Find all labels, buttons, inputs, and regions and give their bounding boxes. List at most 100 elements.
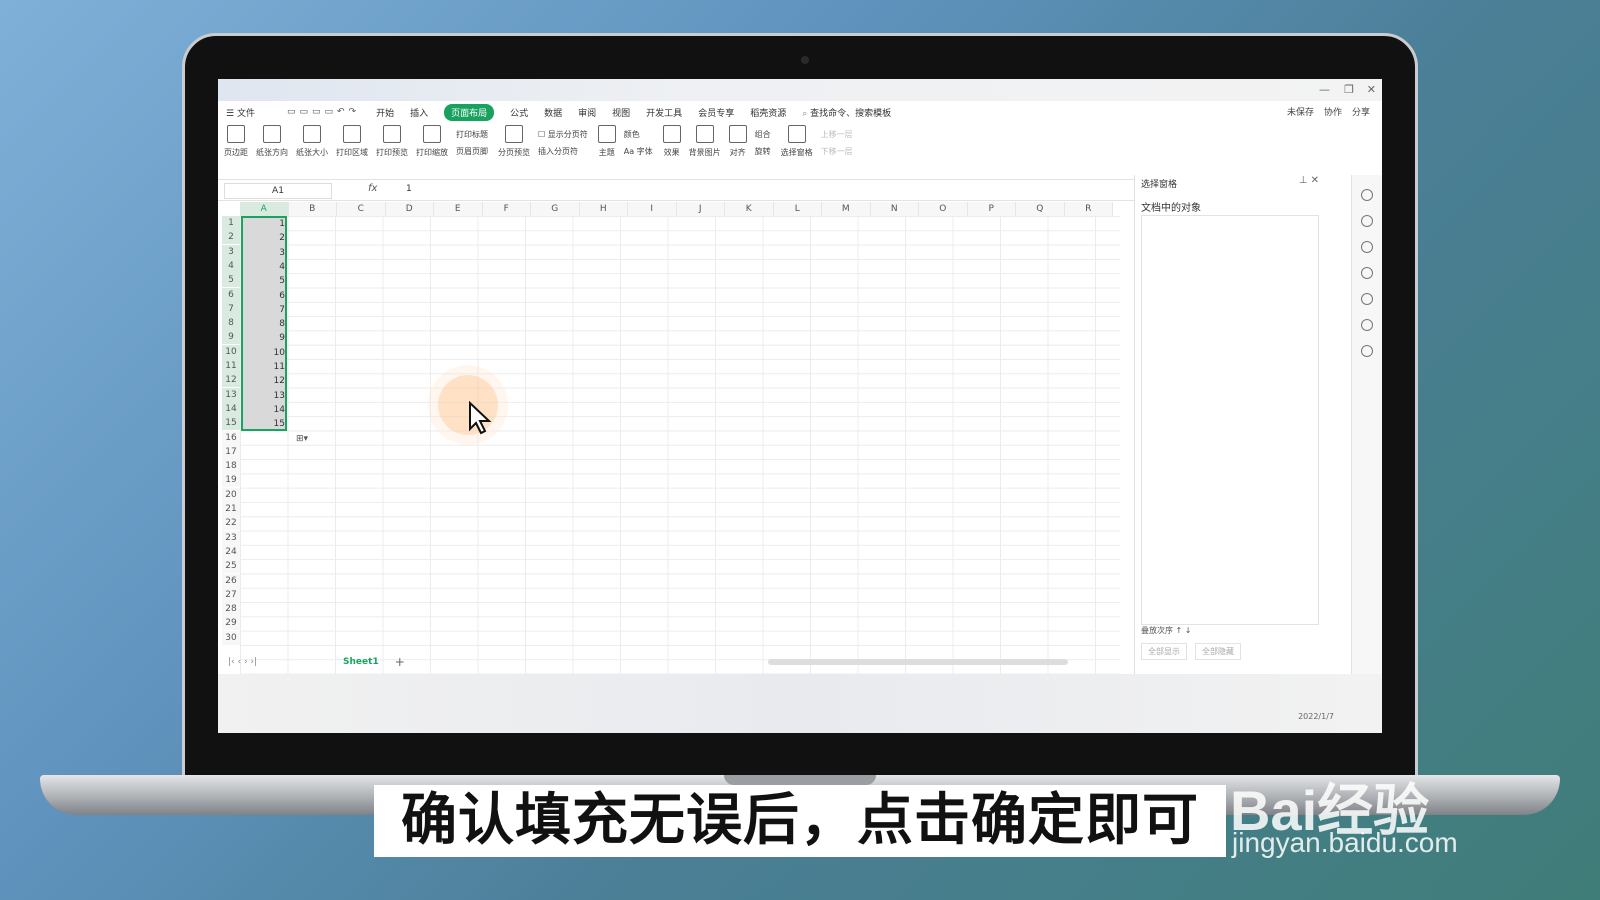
menu-formula[interactable]: 公式 (510, 106, 528, 119)
collaborate-button[interactable]: 协作 (1324, 105, 1342, 118)
menu-review[interactable]: 审阅 (578, 106, 596, 119)
col-header[interactable]: O (919, 202, 968, 216)
select-pointer-icon[interactable] (1361, 215, 1373, 227)
effects-button[interactable]: 效果 (662, 125, 681, 158)
row-header[interactable]: 25 (222, 559, 240, 574)
row-header[interactable]: 21 (222, 502, 240, 516)
menu-page-layout[interactable]: 页面布局 (444, 103, 495, 121)
restore-icon[interactable]: ❐ (1344, 83, 1354, 96)
formula-input[interactable]: 1 (406, 184, 412, 194)
rotate-button[interactable]: 旋转 (755, 146, 771, 157)
selection-pane-button[interactable]: 选择窗格 (781, 125, 813, 158)
sheet-tab[interactable]: Sheet1 (343, 657, 379, 667)
menu-data[interactable]: 数据 (544, 106, 562, 119)
row-header[interactable]: 8 (222, 316, 240, 331)
pane-close-icon[interactable]: ⊥ ✕ (1299, 175, 1319, 186)
col-header[interactable]: Q (1016, 202, 1065, 216)
row-header[interactable]: 11 (222, 359, 240, 373)
cell-value[interactable]: 5 (241, 274, 285, 288)
print-scale-button[interactable]: 打印缩放 (416, 125, 448, 158)
search-command[interactable]: ⌕ 查找命令、搜索模板 (802, 106, 907, 119)
row-header[interactable]: 26 (222, 573, 240, 588)
row-header[interactable]: 3 (222, 244, 240, 259)
col-header[interactable]: D (385, 202, 434, 216)
row-header[interactable]: 18 (222, 459, 240, 474)
cell-value[interactable]: 14 (241, 403, 285, 417)
orientation-button[interactable]: 纸张方向 (256, 125, 288, 158)
paper-size-button[interactable]: 纸张大小 (296, 125, 328, 158)
row-header[interactable]: 29 (222, 616, 240, 631)
sidebar-tool-icon[interactable] (1361, 319, 1373, 331)
menu-insert[interactable]: 插入 (410, 106, 428, 119)
col-header[interactable]: N (870, 202, 919, 216)
row-header[interactable]: 17 (222, 444, 240, 459)
show-all-button[interactable]: 全部显示 (1141, 643, 1187, 660)
name-box[interactable]: A1 (224, 183, 332, 199)
cell-value[interactable]: 11 (241, 360, 285, 374)
cell-value[interactable]: 9 (241, 331, 285, 345)
cell-value[interactable]: 1 (241, 217, 285, 231)
cell-value[interactable]: 8 (241, 317, 285, 331)
menu-home[interactable]: 开始 (376, 106, 394, 119)
cell-value[interactable]: 7 (241, 303, 285, 317)
sidebar-tool-icon[interactable] (1361, 345, 1373, 357)
cell-value[interactable]: 3 (241, 246, 285, 260)
show-page-break-checkbox[interactable]: ☐ 显示分页符 (538, 129, 588, 140)
menu-resources[interactable]: 稻壳资源 (750, 106, 786, 119)
sidebar-tool-icon[interactable] (1361, 189, 1373, 201)
share-button[interactable]: 分享 (1352, 105, 1370, 118)
print-preview-button[interactable]: 打印预览 (376, 125, 408, 158)
row-header[interactable]: 19 (222, 473, 240, 488)
row-header[interactable]: 30 (222, 630, 240, 645)
align-button[interactable]: 对齐 (728, 125, 747, 158)
row-header[interactable]: 14 (222, 401, 240, 416)
col-header[interactable]: K (725, 202, 774, 216)
col-header[interactable]: P (967, 202, 1016, 216)
insert-page-break-button[interactable]: 插入分页符 (538, 146, 588, 157)
header-footer-button[interactable]: 页眉页脚 (456, 146, 488, 157)
col-header[interactable]: F (482, 202, 531, 216)
sidebar-tool-icon[interactable] (1361, 241, 1373, 253)
add-sheet-icon[interactable]: + (395, 655, 405, 669)
col-header[interactable]: H (579, 202, 628, 216)
col-header[interactable]: C (337, 202, 386, 216)
row-header[interactable]: 12 (222, 373, 240, 388)
group-button[interactable]: 组合 (755, 129, 771, 140)
cell-value[interactable]: 15 (241, 417, 285, 431)
row-header[interactable]: 10 (222, 344, 240, 359)
row-header[interactable]: 28 (222, 602, 240, 617)
print-title-button[interactable]: 打印标题 (456, 129, 488, 140)
sidebar-tool-icon[interactable] (1361, 267, 1373, 279)
pane-title[interactable]: 选择窗格 (1141, 177, 1177, 190)
row-header[interactable]: 13 (222, 387, 240, 402)
col-header[interactable]: G (531, 202, 580, 216)
horizontal-scrollbar[interactable] (768, 659, 1068, 665)
row-header[interactable]: 16 (222, 430, 240, 445)
minimize-icon[interactable]: — (1319, 83, 1330, 96)
row-header[interactable]: 5 (222, 273, 240, 288)
col-header[interactable]: L (773, 202, 822, 216)
col-header[interactable]: B (288, 202, 337, 216)
row-header[interactable]: 22 (222, 516, 240, 531)
col-header[interactable]: R (1064, 202, 1113, 216)
fill-options-icon[interactable]: ⊞▾ (296, 434, 308, 444)
cell-value[interactable]: 6 (241, 289, 285, 303)
row-header[interactable]: 2 (222, 230, 240, 245)
menu-view[interactable]: 视图 (612, 106, 630, 119)
fonts-button[interactable]: Aa 字体 (624, 146, 653, 157)
row-header[interactable]: 6 (222, 287, 240, 302)
help-icon[interactable] (1361, 293, 1373, 305)
col-header[interactable]: M (822, 202, 871, 216)
unsaved-button[interactable]: 未保存 (1287, 105, 1314, 118)
tab-nav-arrows[interactable]: |‹ ‹ › ›| (228, 657, 257, 667)
theme-button[interactable]: 主题 (597, 125, 616, 158)
col-header[interactable]: I (628, 202, 677, 216)
bring-forward-button[interactable]: 上移一层 (821, 129, 853, 140)
fx-icon[interactable]: fx (368, 183, 377, 194)
quick-access-icons[interactable]: ▭▭▭▭↶↷ (287, 107, 360, 117)
page-break-preview-button[interactable]: 分页预览 (498, 125, 530, 158)
margins-button[interactable]: 页边距 (224, 125, 248, 158)
row-header[interactable]: 24 (222, 544, 240, 559)
print-area-button[interactable]: 打印区域 (336, 125, 368, 158)
col-header[interactable]: A (240, 202, 289, 216)
